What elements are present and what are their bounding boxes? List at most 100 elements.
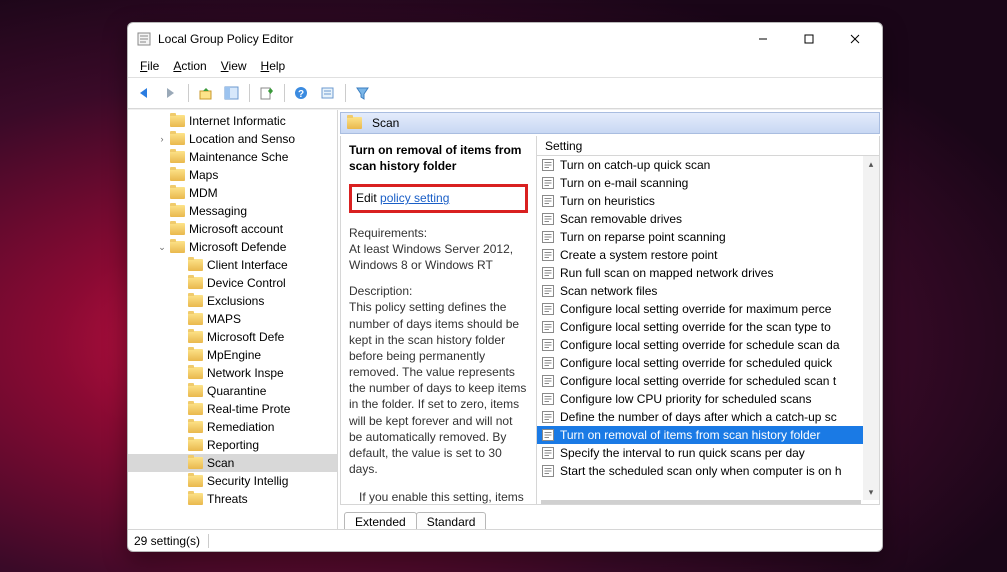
menubar: File Action View Help <box>128 55 882 78</box>
folder-icon <box>170 223 185 235</box>
tree-item[interactable]: Scan <box>128 454 337 472</box>
tree-item[interactable]: Client Interface <box>128 256 337 274</box>
expander-placeholder <box>156 187 168 199</box>
tree-item[interactable]: Real-time Prote <box>128 400 337 418</box>
navigation-tree[interactable]: Internet Informatic›Location and SensoMa… <box>128 110 338 529</box>
setting-label: Scan network files <box>560 284 657 298</box>
setting-row[interactable]: Scan network files <box>537 282 879 300</box>
chevron-down-icon[interactable]: ⌄ <box>156 241 168 253</box>
setting-row[interactable]: Turn on reparse point scanning <box>537 228 879 246</box>
tab-standard[interactable]: Standard <box>416 512 487 529</box>
folder-icon <box>188 313 203 325</box>
tree-item[interactable]: MAPS <box>128 310 337 328</box>
setting-row[interactable]: Define the number of days after which a … <box>537 408 879 426</box>
setting-row[interactable]: Configure local setting override for sch… <box>537 372 879 390</box>
svg-text:?: ? <box>298 89 304 100</box>
policy-icon <box>541 212 555 226</box>
tree-item[interactable]: ⌄Microsoft Defende <box>128 238 337 256</box>
chevron-right-icon[interactable]: › <box>156 133 168 145</box>
setting-row[interactable]: Configure local setting override for sch… <box>537 336 879 354</box>
tree-item-label: Threats <box>207 492 248 506</box>
forward-button[interactable] <box>160 82 182 104</box>
expander-placeholder <box>174 493 186 505</box>
expander-placeholder <box>156 169 168 181</box>
tree-item[interactable]: MpEngine <box>128 346 337 364</box>
tree-item[interactable]: Reporting <box>128 436 337 454</box>
folder-icon <box>188 349 203 361</box>
edit-policy-link[interactable]: policy setting <box>380 191 449 205</box>
tree-item[interactable]: Microsoft account <box>128 220 337 238</box>
folder-icon <box>188 403 203 415</box>
tree-item-label: Microsoft Defe <box>207 330 284 344</box>
tree-item[interactable]: Maintenance Sche <box>128 148 337 166</box>
details-pane: Scan Turn on removal of items from scan … <box>338 110 882 529</box>
settings-list[interactable]: Turn on catch-up quick scanTurn on e-mai… <box>537 156 879 500</box>
setting-label: Scan removable drives <box>560 212 682 226</box>
extended-description: Turn on removal of items from scan histo… <box>341 136 537 504</box>
tree-item[interactable]: Exclusions <box>128 292 337 310</box>
menu-help[interactable]: Help <box>255 57 292 75</box>
tree-item[interactable]: Security Intellig <box>128 472 337 490</box>
minimize-button[interactable] <box>740 24 786 54</box>
setting-row[interactable]: Scan removable drives <box>537 210 879 228</box>
horizontal-scrollbar[interactable] <box>541 500 861 504</box>
setting-row[interactable]: Turn on e-mail scanning <box>537 174 879 192</box>
expander-placeholder <box>174 331 186 343</box>
setting-row[interactable]: Configure low CPU priority for scheduled… <box>537 390 879 408</box>
tree-item[interactable]: Quarantine <box>128 382 337 400</box>
setting-row[interactable]: Configure local setting override for max… <box>537 300 879 318</box>
setting-label: Turn on reparse point scanning <box>560 230 726 244</box>
tree-item[interactable]: Internet Informatic <box>128 112 337 130</box>
scroll-up-icon[interactable]: ▴ <box>863 156 879 172</box>
close-button[interactable] <box>832 24 878 54</box>
policy-icon <box>541 194 555 208</box>
setting-label: Create a system restore point <box>560 248 717 262</box>
vertical-scrollbar[interactable]: ▴ ▾ <box>863 156 879 500</box>
menu-action[interactable]: Action <box>167 57 212 75</box>
folder-icon <box>170 187 185 199</box>
tree-item[interactable]: Threats <box>128 490 337 508</box>
folder-icon <box>170 205 185 217</box>
up-button[interactable] <box>195 82 217 104</box>
back-button[interactable] <box>134 82 156 104</box>
tree-item-label: Microsoft account <box>189 222 283 236</box>
tree-item[interactable]: Network Inspe <box>128 364 337 382</box>
setting-row[interactable]: Run full scan on mapped network drives <box>537 264 879 282</box>
tree-item[interactable]: MDM <box>128 184 337 202</box>
setting-row[interactable]: Turn on heuristics <box>537 192 879 210</box>
menu-file[interactable]: File <box>134 57 165 75</box>
settings-column: Setting Turn on catch-up quick scanTurn … <box>537 136 879 504</box>
setting-row[interactable]: Start the scheduled scan only when compu… <box>537 462 879 480</box>
tree-item[interactable]: Messaging <box>128 202 337 220</box>
filter-button[interactable] <box>352 82 374 104</box>
setting-row[interactable]: Turn on removal of items from scan histo… <box>537 426 879 444</box>
setting-row[interactable]: Configure local setting override for the… <box>537 318 879 336</box>
help-button[interactable]: ? <box>291 82 313 104</box>
tree-item-label: Maps <box>189 168 218 182</box>
expander-placeholder <box>174 421 186 433</box>
properties-button[interactable] <box>317 82 339 104</box>
setting-row[interactable]: Specify the interval to run quick scans … <box>537 444 879 462</box>
menu-view[interactable]: View <box>215 57 253 75</box>
description-header: Description: <box>349 283 528 299</box>
tab-extended[interactable]: Extended <box>344 512 417 529</box>
tree-item-label: Messaging <box>189 204 247 218</box>
setting-row[interactable]: Configure local setting override for sch… <box>537 354 879 372</box>
column-header-setting[interactable]: Setting <box>537 136 879 156</box>
expander-placeholder <box>174 457 186 469</box>
show-hide-tree-button[interactable] <box>221 82 243 104</box>
tree-item[interactable]: Device Control <box>128 274 337 292</box>
policy-icon <box>541 446 555 460</box>
maximize-button[interactable] <box>786 24 832 54</box>
tree-item[interactable]: Remediation <box>128 418 337 436</box>
tree-item[interactable]: Microsoft Defe <box>128 328 337 346</box>
tree-item[interactable]: ›Location and Senso <box>128 130 337 148</box>
setting-row[interactable]: Turn on catch-up quick scan <box>537 156 879 174</box>
scroll-down-icon[interactable]: ▾ <box>863 484 879 500</box>
setting-row[interactable]: Create a system restore point <box>537 246 879 264</box>
export-button[interactable] <box>256 82 278 104</box>
folder-icon <box>188 331 203 343</box>
app-window: Local Group Policy Editor File Action Vi… <box>127 22 883 552</box>
expander-placeholder <box>174 385 186 397</box>
tree-item[interactable]: Maps <box>128 166 337 184</box>
